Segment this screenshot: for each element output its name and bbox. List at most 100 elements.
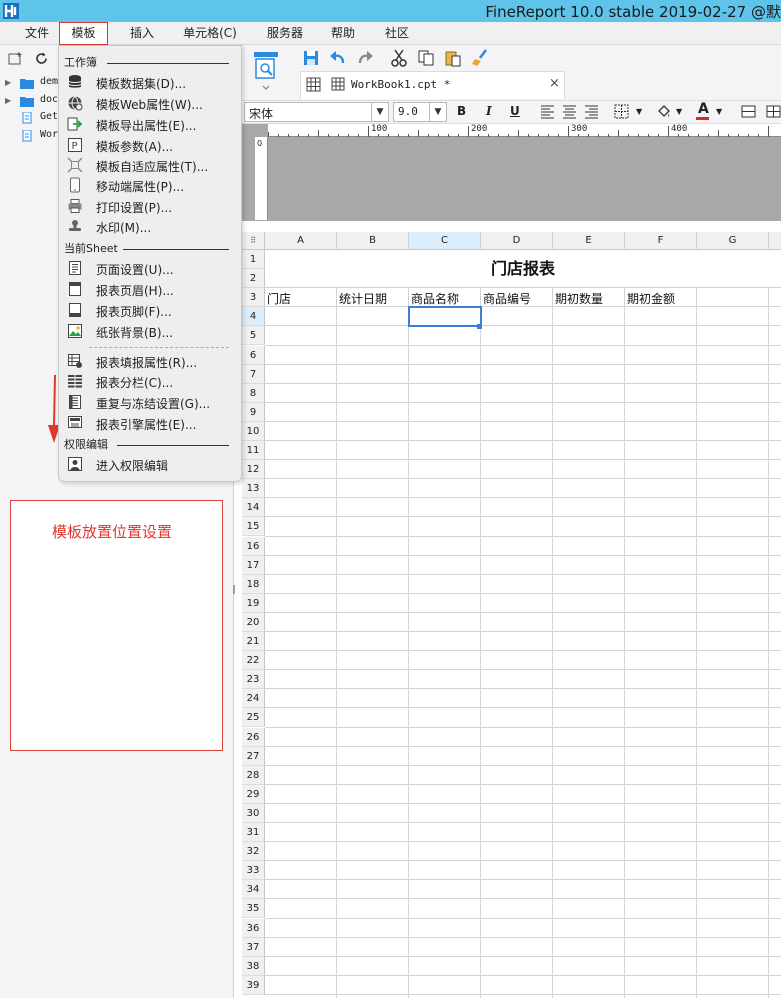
row-header[interactable]: 36	[242, 918, 265, 938]
row-header[interactable]: 3	[242, 288, 265, 308]
new-folder-icon[interactable]	[8, 51, 23, 66]
menu-item[interactable]: P 模板参数(A)...	[59, 135, 241, 155]
menu-cell[interactable]: 单元格(C)	[176, 22, 244, 45]
refresh-icon[interactable]	[34, 51, 49, 66]
menu-item[interactable]: 打印设置(P)...	[59, 196, 241, 216]
undo-icon[interactable]	[329, 49, 347, 67]
menu-item[interactable]: 模板导出属性(E)...	[59, 114, 241, 134]
menu-item[interactable]: 模板Web属性(W)...	[59, 93, 241, 113]
preview-icon[interactable]	[253, 50, 279, 92]
menu-item[interactable]: 重复与冻结设置(G)...	[59, 392, 241, 412]
merge-cells-icon[interactable]	[741, 104, 756, 119]
row-header[interactable]: 39	[242, 975, 265, 995]
menu-item[interactable]: 纸张背景(B)...	[59, 321, 241, 341]
row-header[interactable]: 12	[242, 460, 265, 480]
row-header[interactable]: 17	[242, 555, 265, 575]
close-tab-icon[interactable]: ×	[549, 76, 560, 91]
menu-item[interactable]: 报表页脚(F)...	[59, 300, 241, 320]
tree-item[interactable]: ▶ dem	[0, 75, 60, 93]
row-header[interactable]: 13	[242, 479, 265, 499]
cell-grid-icon[interactable]	[306, 77, 321, 92]
select-all-corner[interactable]: ⠿	[242, 232, 265, 250]
row-header[interactable]: 28	[242, 765, 265, 785]
menu-insert[interactable]: 插入	[118, 22, 166, 45]
row-header[interactable]: 27	[242, 746, 265, 766]
menu-item[interactable]: 水印(M)...	[59, 216, 241, 236]
row-header[interactable]: 11	[242, 441, 265, 461]
paste-icon[interactable]	[444, 49, 462, 67]
row-header[interactable]: 24	[242, 689, 265, 709]
row-header[interactable]: 20	[242, 612, 265, 632]
copy-icon[interactable]	[417, 49, 435, 67]
menu-item[interactable]: 报表填报属性(R)...	[59, 351, 241, 371]
expand-arrow-icon[interactable]: ▶	[5, 78, 11, 87]
row-header[interactable]: 4	[242, 307, 265, 327]
menu-item[interactable]: 模板自适应属性(T)...	[59, 155, 241, 175]
header-cell[interactable]: 商品编号	[483, 290, 531, 307]
fill-color-icon[interactable]	[656, 104, 671, 119]
row-header[interactable]: 9	[242, 402, 265, 422]
column-header-c[interactable]: C	[409, 232, 481, 250]
row-header[interactable]: 37	[242, 937, 265, 957]
column-header-a[interactable]: A	[265, 232, 337, 250]
menu-help[interactable]: 帮助	[322, 22, 364, 45]
row-header[interactable]: 7	[242, 364, 265, 384]
row-header[interactable]: 2	[242, 269, 265, 289]
font-color-icon[interactable]: A	[698, 101, 709, 117]
column-header-e[interactable]: E	[553, 232, 625, 250]
redo-icon[interactable]	[356, 49, 374, 67]
menu-file[interactable]: 文件	[16, 22, 58, 45]
row-header[interactable]: 22	[242, 651, 265, 671]
row-header[interactable]: 16	[242, 536, 265, 556]
row-header[interactable]: 1	[242, 250, 265, 270]
column-header-b[interactable]: B	[337, 232, 409, 250]
format-painter-icon[interactable]	[471, 49, 489, 67]
border-icon[interactable]	[614, 104, 629, 119]
menu-server[interactable]: 服务器	[256, 22, 314, 45]
cut-icon[interactable]	[390, 49, 408, 67]
chevron-down-icon[interactable]: ▼	[636, 107, 642, 116]
row-header[interactable]: 21	[242, 632, 265, 652]
row-header[interactable]: 25	[242, 708, 265, 728]
row-header[interactable]: 34	[242, 880, 265, 900]
row-header[interactable]: 18	[242, 574, 265, 594]
tree-item[interactable]: ▶ doc	[0, 93, 60, 111]
row-header[interactable]: 10	[242, 421, 265, 441]
row-header[interactable]: 19	[242, 593, 265, 613]
menu-template[interactable]: 模板	[59, 22, 108, 45]
menu-item[interactable]: 模板数据集(D)...	[59, 72, 241, 92]
menu-item[interactable]: 移动端属性(P)...	[59, 175, 241, 195]
font-size-select[interactable]: 9.0 ▼	[393, 102, 447, 122]
align-right-icon[interactable]	[584, 104, 599, 119]
row-header[interactable]: 8	[242, 383, 265, 403]
align-left-icon[interactable]	[540, 104, 555, 119]
bold-button[interactable]: B	[457, 104, 466, 118]
spreadsheet-grid[interactable]: ⠿ A B C D E F G 1 2 3 4 5 6 7 8 9 10 11 12 13 14 15 16 17 18 19 20…	[242, 232, 781, 998]
header-cell[interactable]: 门店	[267, 290, 291, 307]
fill-handle[interactable]	[477, 324, 482, 330]
row-header[interactable]: 15	[242, 517, 265, 537]
column-header-d[interactable]: D	[481, 232, 553, 250]
splitter-grip-icon[interactable]: ||	[232, 585, 236, 595]
row-header[interactable]: 23	[242, 670, 265, 690]
split-cells-icon[interactable]	[766, 104, 781, 119]
header-cell[interactable]: 期初数量	[555, 290, 603, 307]
row-header[interactable]: 38	[242, 956, 265, 976]
row-header[interactable]: 14	[242, 498, 265, 518]
chevron-down-icon[interactable]: ▼	[371, 103, 388, 121]
save-icon[interactable]	[302, 49, 320, 67]
column-header-g[interactable]: G	[697, 232, 769, 250]
chevron-down-icon[interactable]: ▼	[676, 107, 682, 116]
tree-item[interactable]: Get	[0, 110, 60, 128]
row-header[interactable]: 29	[242, 784, 265, 804]
align-center-icon[interactable]	[562, 104, 577, 119]
chevron-down-icon[interactable]: ▼	[429, 103, 446, 121]
header-cell[interactable]: 期初金额	[627, 290, 675, 307]
row-header[interactable]: 35	[242, 899, 265, 919]
header-cell[interactable]: 统计日期	[339, 290, 387, 307]
menu-item[interactable]: 进入权限编辑	[59, 454, 241, 474]
underline-button[interactable]: U	[510, 104, 520, 118]
row-header[interactable]: 33	[242, 861, 265, 881]
row-header[interactable]: 5	[242, 326, 265, 346]
header-cell[interactable]: 商品名称	[411, 290, 459, 307]
